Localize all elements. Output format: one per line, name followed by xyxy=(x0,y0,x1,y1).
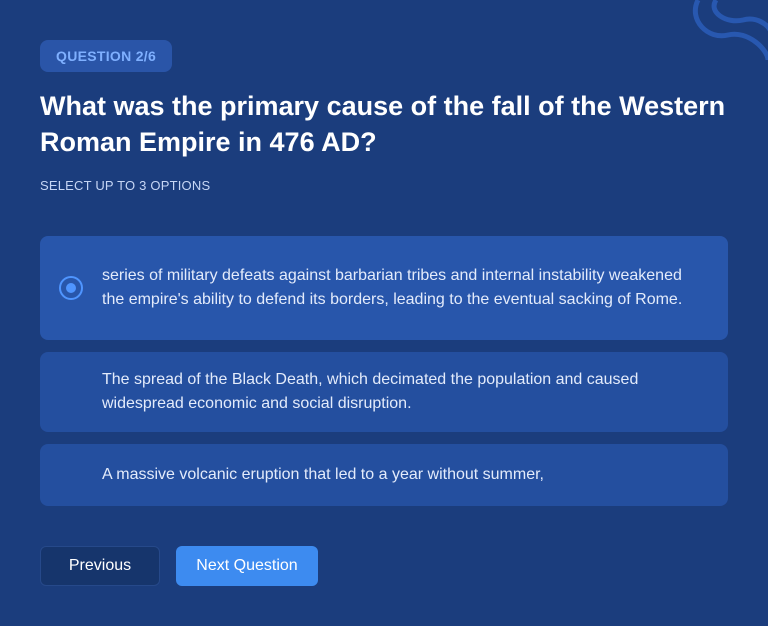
next-question-button[interactable]: Next Question xyxy=(176,546,318,586)
radio-selected-icon[interactable] xyxy=(59,276,83,300)
previous-button[interactable]: Previous xyxy=(40,546,160,586)
answer-option-text: A massive volcanic eruption that led to … xyxy=(102,466,544,483)
answer-option-1[interactable]: series of military defeats against barba… xyxy=(40,236,728,340)
question-progress-badge: QUESTION 2/6 xyxy=(40,40,173,72)
radio-dot-icon xyxy=(66,283,76,293)
answer-option-text: The spread of the Black Death, which dec… xyxy=(102,371,639,412)
wave-decoration-icon xyxy=(692,0,768,61)
answer-option-text: series of military defeats against barba… xyxy=(102,267,683,308)
answer-option-3[interactable]: A massive volcanic eruption that led to … xyxy=(40,444,728,506)
answer-option-2[interactable]: The spread of the Black Death, which dec… xyxy=(40,352,728,432)
selection-instruction: SELECT UP TO 3 OPTIONS xyxy=(40,178,211,193)
question-title: What was the primary cause of the fall o… xyxy=(40,91,726,157)
